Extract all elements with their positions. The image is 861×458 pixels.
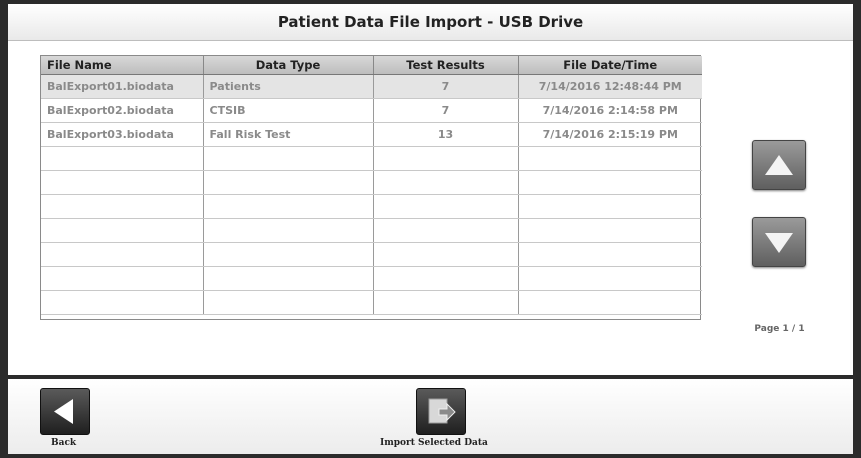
scroll-up-button[interactable] [752, 140, 806, 190]
table-header-row: File Name Data Type Test Results File Da… [41, 56, 702, 75]
import-selected-label: Import Selected Data [380, 438, 488, 448]
triangle-up-icon [765, 155, 793, 175]
empty-row [41, 146, 702, 171]
cell-file-date: 7/14/2016 2:15:19 PM [518, 122, 702, 147]
page-indicator: Page 1 / 1 [754, 324, 805, 334]
import-arrow-icon [428, 398, 456, 424]
back-button[interactable] [40, 388, 90, 435]
cell-test-results: 13 [373, 122, 519, 147]
cell-file-name: BalExport02.biodata [41, 98, 204, 123]
window-title: Patient Data File Import - USB Drive [8, 4, 853, 41]
cell-file-name: BalExport01.biodata [41, 74, 204, 99]
triangle-left-icon [54, 399, 73, 424]
cell-file-date: 7/14/2016 2:14:58 PM [518, 98, 702, 123]
column-header-data-type[interactable]: Data Type [203, 56, 374, 75]
back-label: Back [51, 438, 77, 448]
empty-row [41, 290, 702, 315]
column-header-test-results[interactable]: Test Results [373, 56, 519, 75]
cell-file-name: BalExport03.biodata [41, 122, 204, 147]
triangle-down-icon [765, 233, 793, 253]
cell-file-date: 7/14/2016 12:48:44 PM [518, 74, 702, 99]
empty-row [41, 266, 702, 291]
empty-row [41, 194, 702, 219]
cell-data-type: CTSIB [203, 98, 374, 123]
cell-test-results: 7 [373, 74, 519, 99]
file-table: File Name Data Type Test Results File Da… [40, 55, 702, 320]
cell-data-type: Fall Risk Test [203, 122, 374, 147]
table-row[interactable]: BalExport01.biodata Patients 7 7/14/2016… [41, 74, 702, 99]
import-selected-button[interactable] [416, 388, 466, 435]
cell-test-results: 7 [373, 98, 519, 123]
table-row[interactable]: BalExport03.biodata Fall Risk Test 13 7/… [41, 122, 702, 147]
empty-row [41, 170, 702, 195]
column-header-file-name[interactable]: File Name [41, 56, 204, 75]
scroll-down-button[interactable] [752, 217, 806, 267]
table-row[interactable]: BalExport02.biodata CTSIB 7 7/14/2016 2:… [41, 98, 702, 123]
empty-row [41, 218, 702, 243]
empty-row [41, 242, 702, 267]
cell-data-type: Patients [203, 74, 374, 99]
column-header-file-date[interactable]: File Date/Time [518, 56, 702, 75]
